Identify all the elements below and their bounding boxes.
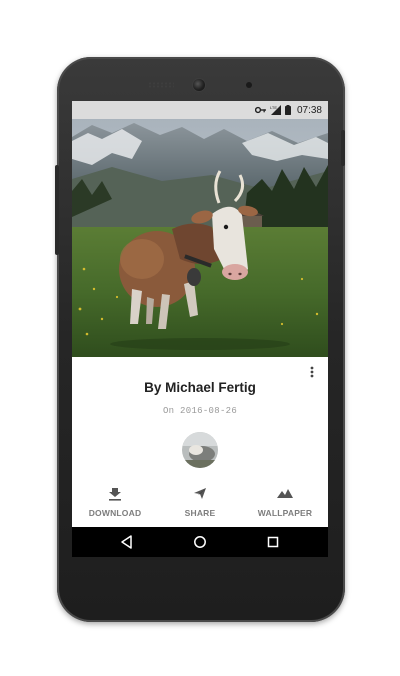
battery-icon xyxy=(284,105,291,115)
wallpaper-icon xyxy=(277,489,293,498)
svg-text:LTE: LTE xyxy=(270,105,277,110)
download-button[interactable]: DOWNLOAD xyxy=(80,482,150,526)
home-icon[interactable] xyxy=(192,534,208,550)
share-label: SHARE xyxy=(184,508,216,518)
navigation-bar xyxy=(72,527,328,557)
front-camera xyxy=(193,79,205,91)
cow-photo[interactable] xyxy=(72,119,328,357)
more-options-icon[interactable] xyxy=(310,366,314,380)
photo-info-card: By Michael Fertig On 2016-08-26 DOWNLOAD xyxy=(72,357,328,527)
status-time: 07:38 xyxy=(296,104,322,116)
proximity-sensor xyxy=(246,82,252,88)
share-button[interactable]: SHARE xyxy=(165,482,235,526)
action-bar: DOWNLOAD SHARE WALLPAPER xyxy=(72,482,328,527)
screen: LTE 07:38 By Michael Fertig On 2016-08-2… xyxy=(72,101,328,557)
back-icon[interactable] xyxy=(119,534,135,550)
speaker-grille xyxy=(148,82,174,88)
cow-photo-image xyxy=(72,119,328,357)
key-icon xyxy=(254,106,266,114)
power-button xyxy=(341,130,345,166)
avatar[interactable] xyxy=(182,432,218,468)
download-icon xyxy=(109,488,121,501)
recents-icon[interactable] xyxy=(265,534,281,550)
status-bar: LTE 07:38 xyxy=(72,101,328,119)
download-label: DOWNLOAD xyxy=(88,508,142,518)
wallpaper-button[interactable]: WALLPAPER xyxy=(250,482,320,526)
author-name: By Michael Fertig xyxy=(144,380,256,395)
photo-date: On 2016-08-26 xyxy=(162,406,238,416)
wallpaper-label: WALLPAPER xyxy=(257,508,313,518)
volume-button xyxy=(55,165,59,255)
share-icon xyxy=(194,488,206,499)
lte-signal-icon: LTE xyxy=(270,105,281,115)
